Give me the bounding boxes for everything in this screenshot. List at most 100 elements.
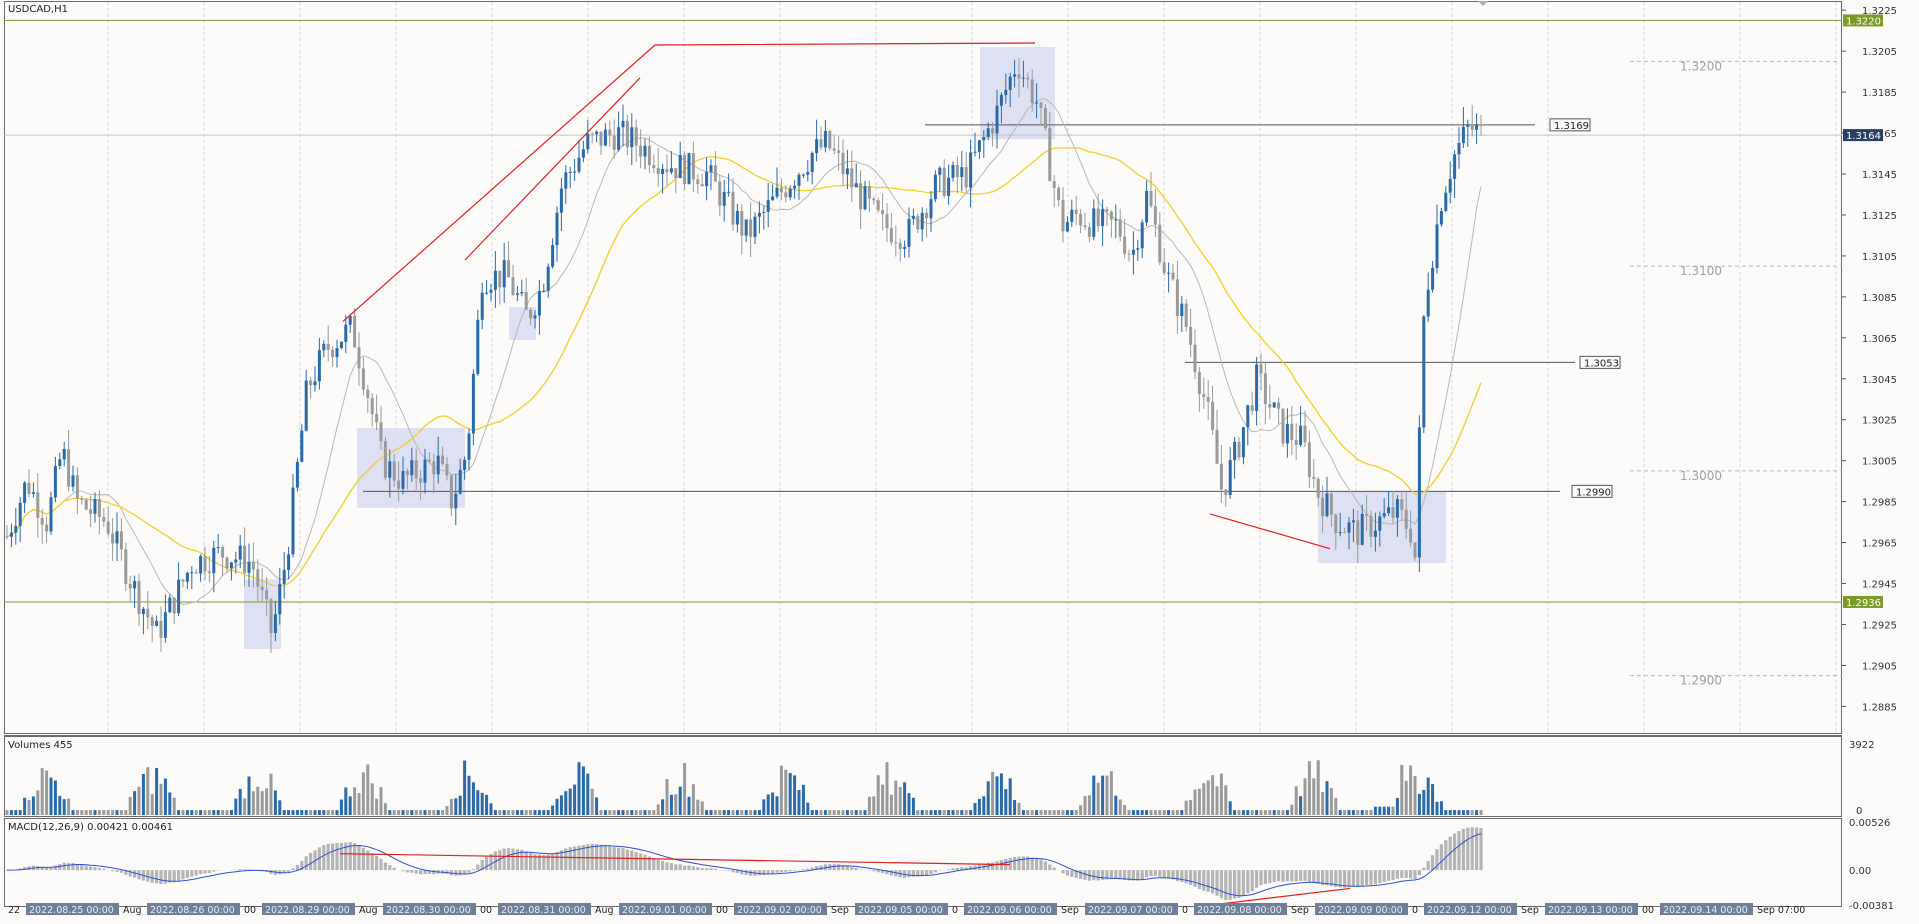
candle-body: [349, 316, 352, 325]
volume-bar: [578, 762, 581, 815]
time-axis[interactable]: 222022.08.25 00:00Aug2022.08.26 00:00002…: [8, 903, 1805, 916]
price-axis[interactable]: 1.32251.32051.31851.31651.31451.31251.31…: [1842, 6, 1897, 713]
macd-histogram-bar: [934, 870, 937, 872]
macd-histogram-bar: [1325, 870, 1328, 885]
candle-body: [978, 140, 981, 152]
candle-body: [1053, 181, 1056, 188]
volume-bar: [256, 787, 259, 815]
volume-bar: [309, 810, 312, 815]
candle-body: [1251, 405, 1254, 411]
volume-bar: [1062, 810, 1065, 815]
candle-body: [358, 347, 361, 368]
time-label: 00: [716, 905, 728, 916]
volume-bar: [846, 810, 849, 815]
macd-scale-label: -0.00381: [1849, 901, 1894, 912]
volume-bar: [1110, 771, 1113, 815]
volume-bar: [1449, 810, 1452, 815]
candle-body: [199, 556, 202, 573]
volume-bar: [960, 810, 963, 815]
volume-bar: [758, 810, 761, 815]
chart-canvas[interactable]: 1.32001.31001.30001.2900 1.31691.30531.2…: [0, 0, 1919, 920]
volume-bar: [1444, 810, 1447, 815]
volume-bar: [705, 810, 708, 815]
volume-bar: [547, 810, 550, 815]
candle-body: [732, 192, 735, 225]
volume-bar: [903, 782, 906, 815]
volume-bar: [1427, 778, 1430, 815]
volume-bar: [204, 810, 207, 815]
candle-body: [1202, 394, 1205, 397]
candle-body: [740, 211, 743, 236]
volume-bar: [991, 772, 994, 815]
candle-body: [776, 188, 779, 197]
candle-body: [331, 350, 334, 357]
volume-bar: [692, 784, 695, 815]
candle-body: [1365, 514, 1368, 516]
candle-body: [613, 136, 616, 150]
candle-body: [604, 130, 607, 146]
candle-body: [529, 310, 532, 319]
volume-bar: [1202, 783, 1205, 815]
candle-body: [463, 460, 466, 470]
volume-bar: [1053, 810, 1056, 815]
candle-body: [1106, 209, 1109, 211]
volume-bar: [630, 810, 633, 815]
macd-histogram-bar: [1167, 870, 1170, 879]
volume-bar: [186, 810, 189, 815]
candle-body: [1308, 442, 1311, 477]
candle-body: [1431, 268, 1434, 290]
price-tag-label: 1.3164: [1846, 131, 1881, 142]
time-label: Sep: [831, 905, 849, 916]
macd-histogram-bar: [305, 856, 308, 870]
date-marker-label: 2022.09.09 00:00: [1318, 905, 1403, 916]
macd-histogram-bar: [1237, 870, 1240, 898]
candle-body: [6, 536, 9, 537]
candle-body: [146, 609, 149, 618]
volume-bar: [534, 810, 537, 815]
volume-bar: [1180, 810, 1183, 815]
volume-bar: [855, 810, 858, 815]
candle-body: [538, 291, 541, 316]
volume-bar: [485, 795, 488, 815]
chart-window[interactable]: 1.32001.31001.30001.2900 1.31691.30531.2…: [0, 0, 1919, 920]
candle-body: [1405, 510, 1408, 529]
macd-histogram-bar: [1180, 870, 1183, 882]
candle-body: [1101, 209, 1104, 226]
volume-bar: [160, 784, 163, 815]
macd-histogram-bar: [714, 869, 717, 870]
candle-body: [23, 483, 26, 503]
candle-body: [714, 165, 717, 181]
macd-histogram-bar: [366, 850, 369, 870]
candle-body: [375, 414, 378, 422]
volume-bar: [173, 798, 176, 815]
price-label: 1.3085: [1862, 293, 1897, 304]
macd-histogram-bar: [877, 870, 880, 872]
macd-histogram-bar: [115, 870, 118, 872]
macd-histogram-bar: [159, 870, 162, 884]
symbol-title: USDCAD,H1: [8, 4, 68, 15]
volume-bar: [322, 810, 325, 815]
candle-body: [507, 260, 510, 277]
macd-histogram-bar: [709, 868, 712, 870]
candle-body: [494, 271, 497, 290]
volume-bar: [164, 779, 167, 815]
volume-bar: [252, 791, 255, 815]
volume-bar: [1088, 795, 1091, 815]
candle-body: [261, 587, 264, 591]
macd-histogram-bar: [859, 869, 862, 870]
volume-bar: [1158, 810, 1161, 815]
macd-histogram-bar: [186, 870, 189, 878]
candle-body: [182, 580, 185, 582]
candle-body: [960, 167, 963, 177]
volume-bar: [1031, 810, 1034, 815]
volume-bar: [1216, 786, 1219, 815]
candle-body: [1290, 424, 1293, 440]
macd-histogram-bar: [199, 870, 202, 874]
candle-body: [525, 292, 528, 310]
candle-body: [1246, 405, 1249, 427]
candle-body: [1057, 188, 1060, 200]
candle-body: [723, 192, 726, 206]
candle-body: [1088, 227, 1091, 237]
macd-histogram-bar: [1176, 870, 1179, 881]
macd-histogram-bar: [1092, 870, 1095, 880]
